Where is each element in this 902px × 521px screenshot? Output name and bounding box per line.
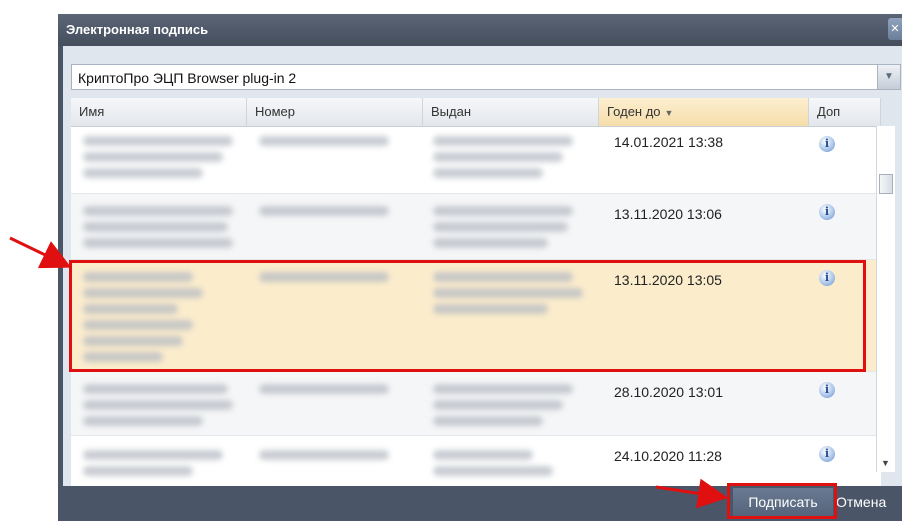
blurred-number <box>259 136 389 146</box>
blurred-issuer <box>433 206 573 216</box>
annotation-highlight-row <box>69 260 866 372</box>
blurred-issuer <box>433 238 548 248</box>
blurred-name <box>83 238 233 248</box>
annotation-highlight-button <box>727 483 837 519</box>
column-header-number[interactable]: Номер <box>247 98 423 126</box>
column-header-valid-to[interactable]: Годен до ▼ <box>599 98 809 126</box>
info-icon[interactable]: i <box>819 446 835 462</box>
blurred-name <box>83 152 223 162</box>
blurred-number <box>259 206 389 216</box>
blurred-name <box>83 466 193 476</box>
column-header-label: Выдан <box>431 104 472 119</box>
blurred-name <box>83 400 233 410</box>
blurred-issuer <box>433 168 543 178</box>
cancel-button[interactable]: Отмена <box>836 488 901 516</box>
scroll-down-arrow-icon[interactable]: ▼ <box>881 458 890 468</box>
column-header-label: Имя <box>79 104 105 119</box>
column-header-label: Номер <box>255 104 296 119</box>
blurred-name <box>83 136 233 146</box>
blurred-name <box>83 222 228 232</box>
chevron-down-icon[interactable]: ▼ <box>877 65 900 89</box>
plugin-select-value: КриптоПро ЭЦП Browser plug-in 2 <box>78 70 297 86</box>
blurred-issuer <box>433 136 573 146</box>
table-row[interactable]: 14.01.2021 13:38 i <box>71 126 881 194</box>
info-icon[interactable]: i <box>819 136 835 152</box>
valid-to-date: 28.10.2020 13:01 <box>614 384 723 400</box>
scroll-thumb[interactable] <box>879 174 893 194</box>
close-icon[interactable]: ✕ <box>888 18 902 40</box>
plugin-select[interactable]: КриптоПро ЭЦП Browser plug-in 2 ▼ <box>71 64 901 90</box>
blurred-name <box>83 384 228 394</box>
column-header-issuer[interactable]: Выдан <box>423 98 599 126</box>
blurred-name <box>83 206 233 216</box>
table-scrollbar[interactable]: ▼ <box>876 126 895 472</box>
blurred-issuer <box>433 416 543 426</box>
column-header-label: Доп <box>817 104 841 119</box>
dialog-title: Электронная подпись <box>66 22 209 37</box>
info-icon[interactable]: i <box>819 204 835 220</box>
blurred-issuer <box>433 466 553 476</box>
blurred-name <box>83 416 203 426</box>
blurred-issuer <box>433 400 563 410</box>
table-row[interactable]: 28.10.2020 13:01 i <box>71 372 881 436</box>
column-header-name[interactable]: Имя <box>71 98 247 126</box>
blurred-number <box>259 450 389 460</box>
valid-to-date: 14.01.2021 13:38 <box>614 134 723 150</box>
blurred-issuer <box>433 222 568 232</box>
valid-to-date: 24.10.2020 11:28 <box>614 448 722 464</box>
table-row[interactable]: 13.11.2020 13:06 i <box>71 194 881 260</box>
valid-to-date: 13.11.2020 13:06 <box>614 206 722 222</box>
table-header: Имя Номер Выдан Годен до ▼ Доп <box>71 98 881 127</box>
blurred-number <box>259 384 389 394</box>
blurred-name <box>83 450 223 460</box>
blurred-name <box>83 168 203 178</box>
blurred-issuer <box>433 384 573 394</box>
dialog-titlebar[interactable]: Электронная подпись ✕ <box>58 14 902 46</box>
sort-desc-icon: ▼ <box>664 108 674 118</box>
blurred-issuer <box>433 450 533 460</box>
column-header-label: Годен до <box>607 104 661 119</box>
blurred-issuer <box>433 152 563 162</box>
info-icon[interactable]: i <box>819 382 835 398</box>
column-header-extra[interactable]: Доп <box>809 98 881 126</box>
